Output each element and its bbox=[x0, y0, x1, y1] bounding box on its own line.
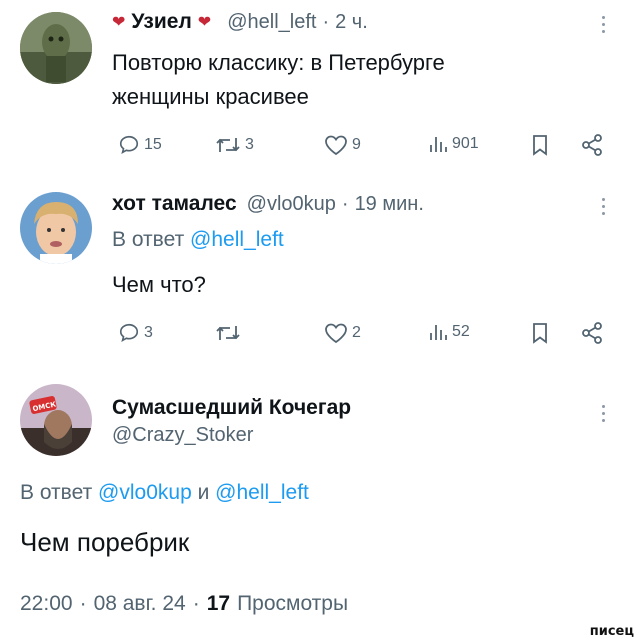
reply-count: 15 bbox=[144, 136, 162, 153]
display-name[interactable]: хот тамалес bbox=[112, 192, 237, 216]
reply-prefix: В ответ bbox=[20, 481, 93, 504]
more-options-icon[interactable] bbox=[602, 198, 606, 219]
post-date[interactable]: 08 авг. 24 bbox=[94, 592, 186, 616]
share-button[interactable] bbox=[580, 133, 604, 162]
share-icon bbox=[582, 322, 602, 344]
display-name[interactable]: Сумасшедший Кочегар bbox=[112, 396, 351, 420]
reply-button[interactable]: 15 bbox=[118, 134, 162, 156]
like-count: 2 bbox=[352, 324, 361, 341]
avatar[interactable]: ОМСК bbox=[20, 384, 92, 456]
reply-prefix: В ответ bbox=[112, 228, 185, 251]
more-options-icon[interactable] bbox=[602, 405, 606, 426]
tweet-text: Чем что? bbox=[112, 272, 206, 297]
tweet-text-line: Повторю классику: в Петербурге bbox=[112, 50, 445, 75]
like-count: 9 bbox=[352, 136, 361, 153]
timestamp[interactable]: 19 мин. bbox=[355, 193, 424, 216]
reply-mention-link[interactable]: @vlo0kup bbox=[98, 481, 192, 504]
views-button[interactable]: 901 bbox=[428, 134, 479, 154]
bookmark-button[interactable] bbox=[531, 134, 549, 161]
like-button[interactable]: 9 bbox=[324, 134, 361, 156]
more-options-icon[interactable] bbox=[602, 16, 606, 37]
reply-button[interactable]: 3 bbox=[118, 322, 153, 344]
reply-joiner: и bbox=[197, 481, 210, 504]
separator: · bbox=[192, 592, 200, 615]
bookmark-icon bbox=[533, 135, 547, 156]
bookmark-icon bbox=[533, 323, 547, 344]
heart-emoji-icon: ❤ bbox=[112, 14, 126, 31]
timestamp[interactable]: 2 ч. bbox=[335, 11, 368, 34]
heart-emoji-icon: ❤ bbox=[197, 14, 212, 31]
separator: · bbox=[322, 10, 330, 33]
reply-mention-link[interactable]: @hell_left bbox=[190, 228, 284, 251]
reply-context: В ответ @hell_left bbox=[112, 228, 284, 252]
reply-icon bbox=[119, 323, 139, 342]
tweet-text: Чем поребрик bbox=[20, 527, 190, 557]
retweet-icon bbox=[216, 138, 240, 152]
bookmark-button[interactable] bbox=[531, 322, 549, 349]
watermark: писец bbox=[589, 624, 634, 639]
views-icon bbox=[430, 325, 447, 340]
post-time[interactable]: 22:00 bbox=[20, 592, 73, 616]
retweet-button[interactable]: 3 bbox=[215, 134, 254, 156]
reply-mention-link[interactable]: @hell_left bbox=[215, 481, 309, 504]
views-label: Просмотры bbox=[237, 592, 349, 615]
like-icon bbox=[325, 135, 347, 156]
views-count: 17 bbox=[206, 592, 231, 615]
share-button[interactable] bbox=[580, 321, 604, 350]
like-icon bbox=[325, 323, 347, 344]
reply-context: В ответ @vlo0kup и @hell_left bbox=[20, 481, 309, 505]
reply-icon bbox=[119, 135, 139, 154]
display-name[interactable]: Узиел bbox=[131, 10, 191, 34]
views-count: 52 bbox=[452, 323, 470, 340]
handle[interactable]: @hell_left bbox=[227, 11, 316, 34]
avatar-image: ОМСК bbox=[20, 384, 92, 456]
handle[interactable]: @Crazy_Stoker bbox=[112, 424, 253, 447]
share-icon bbox=[582, 134, 602, 156]
handle[interactable]: @vlo0kup bbox=[247, 193, 336, 216]
tweet-meta: 22:00 · 08 авг. 24 · 17 Просмотры bbox=[20, 592, 348, 616]
retweet-count: 3 bbox=[245, 136, 254, 153]
avatar[interactable] bbox=[20, 192, 92, 264]
separator: · bbox=[79, 592, 87, 615]
reply-count: 3 bbox=[144, 324, 153, 341]
avatar-image bbox=[20, 192, 92, 264]
retweet-icon bbox=[216, 326, 240, 340]
like-button[interactable]: 2 bbox=[324, 322, 361, 344]
views-icon bbox=[430, 137, 447, 152]
separator: · bbox=[341, 192, 349, 215]
retweet-button[interactable] bbox=[215, 322, 241, 344]
avatar-image bbox=[20, 12, 92, 84]
views-button[interactable]: 52 bbox=[428, 322, 470, 342]
tweet-text-line: женщины красивее bbox=[112, 84, 309, 109]
avatar[interactable] bbox=[20, 12, 92, 84]
views-count: 901 bbox=[452, 135, 479, 152]
